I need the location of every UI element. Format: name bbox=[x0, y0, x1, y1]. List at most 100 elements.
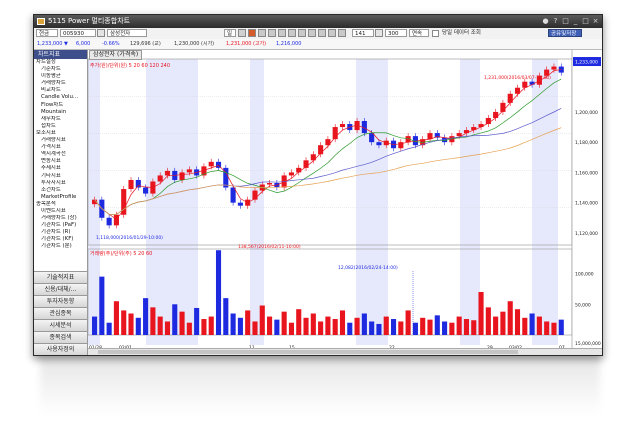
sidebar-tree-item[interactable]: 변동지표 bbox=[34, 158, 87, 165]
volume-bar bbox=[252, 321, 258, 335]
volume-bar bbox=[551, 322, 557, 335]
sidebar-tree-item[interactable]: 거래량차트 bbox=[34, 80, 87, 87]
volume-bar bbox=[245, 310, 251, 335]
volume-bar bbox=[339, 310, 346, 335]
sidebar-button[interactable]: 관심종목 bbox=[34, 307, 87, 319]
sidebar-button[interactable]: 시세분석 bbox=[34, 319, 87, 331]
sidebar-buttons: 기술적지표 신용/대체/... 투자자동향 관심종목 시세분석 종목검색 사용자정의 bbox=[34, 271, 87, 355]
mode-select[interactable]: 현금 bbox=[36, 29, 58, 37]
volume-bar bbox=[434, 315, 440, 335]
sidebar-tree-item[interactable]: 접차트 bbox=[34, 123, 87, 130]
period-icon[interactable] bbox=[238, 29, 246, 37]
sidebar-tree-item[interactable]: 추세지표 bbox=[34, 165, 87, 172]
price-candle bbox=[106, 217, 112, 226]
sidebar-tree-item[interactable]: MarketProfile bbox=[34, 194, 87, 201]
session-band bbox=[146, 59, 198, 345]
volume-bar bbox=[478, 292, 484, 335]
save-icon[interactable] bbox=[318, 29, 326, 37]
share-save-button[interactable]: 공유및저장 bbox=[548, 29, 582, 37]
info-open: 1,230,000 (시가) bbox=[174, 41, 215, 47]
zoom-icon[interactable] bbox=[258, 29, 266, 37]
sidebar-button[interactable]: 신용/대체/... bbox=[34, 283, 87, 295]
sidebar-tree-item[interactable]: 기관차트 (분) bbox=[34, 243, 87, 250]
sidebar-tree-item[interactable]: 역시계곡선 bbox=[34, 151, 87, 158]
chart-area[interactable]: 주가(원)/단위(원) 5 20 60 120 240 거래량(주)/단위(주) … bbox=[88, 50, 602, 355]
price-candle bbox=[288, 172, 294, 176]
volume-bar bbox=[332, 319, 338, 335]
horizontal-scrollbar[interactable] bbox=[88, 348, 602, 355]
volume-bar bbox=[507, 301, 513, 335]
help-icon[interactable]: ? bbox=[551, 17, 560, 26]
search-icon[interactable] bbox=[97, 29, 105, 37]
code-input[interactable]: 005930 bbox=[60, 29, 96, 37]
print-icon[interactable] bbox=[308, 29, 316, 37]
volume-bar bbox=[383, 316, 389, 335]
count-input-2[interactable]: 300 bbox=[385, 29, 407, 37]
volume-bar bbox=[485, 307, 491, 335]
price-panel-tab[interactable]: 삼성전자 (가격속) bbox=[89, 50, 143, 60]
continuous-button[interactable]: 연속 bbox=[409, 29, 429, 37]
sidebar-tree-item[interactable]: 기관차트 (R) bbox=[34, 229, 87, 236]
count-stepper-icon[interactable] bbox=[375, 29, 383, 37]
sidebar-tree-item[interactable]: 조건차트 bbox=[34, 187, 87, 194]
price-candle bbox=[456, 133, 462, 137]
sidebar-tree-item[interactable]: 차트설정 bbox=[34, 59, 87, 66]
volume-bar bbox=[215, 250, 222, 335]
info-high: 1,231,000 (고가) bbox=[226, 41, 267, 47]
window-reflection bbox=[40, 355, 600, 415]
sidebar-tree-item[interactable]: Candle Volu... bbox=[34, 94, 87, 101]
sidebar-tree-item[interactable]: 기준차트 bbox=[34, 66, 87, 73]
volume-bar bbox=[456, 316, 462, 335]
volume-bar bbox=[164, 321, 171, 335]
volume-bar bbox=[157, 316, 163, 335]
sidebar-tree-item[interactable]: 종목분석 bbox=[34, 201, 87, 208]
settings-icon[interactable] bbox=[268, 29, 276, 37]
sidebar-tree-item[interactable]: Flow차트 bbox=[34, 102, 87, 109]
list-icon[interactable] bbox=[328, 29, 336, 37]
refresh-icon[interactable] bbox=[338, 29, 346, 37]
sidebar-button[interactable]: 기술적지표 bbox=[34, 271, 87, 283]
volume-bar bbox=[412, 322, 418, 335]
sidebar-tree-item[interactable]: 투자자지표 bbox=[34, 180, 87, 187]
tool-icon[interactable] bbox=[278, 29, 286, 37]
minimize-icon[interactable]: _ bbox=[571, 17, 580, 26]
sidebar-tree-item[interactable]: Mountain bbox=[34, 109, 87, 116]
ruler-icon[interactable] bbox=[288, 29, 296, 37]
volume-bar bbox=[361, 313, 367, 335]
volume-bar bbox=[194, 307, 200, 335]
chart-type-icon[interactable] bbox=[248, 29, 256, 37]
count-input[interactable]: 141 bbox=[352, 29, 374, 37]
sidebar-tree-item[interactable]: 기타지표 bbox=[34, 173, 87, 180]
volume-bar bbox=[223, 298, 229, 335]
sidebar-button[interactable]: 종목검색 bbox=[34, 331, 87, 343]
sidebar-tree-item[interactable]: 가격지표 bbox=[34, 144, 87, 151]
sidebar-tree-item[interactable]: 기관차트 (PaF) bbox=[34, 222, 87, 229]
sidebar-tree-item[interactable]: 비교차트 bbox=[34, 87, 87, 94]
sidebar-tree-item[interactable]: 이벤트지표 bbox=[34, 208, 87, 215]
grid-icon[interactable] bbox=[298, 29, 306, 37]
sidebar-button[interactable]: 사용자정의 bbox=[34, 343, 87, 355]
volume-bar bbox=[259, 305, 265, 335]
volume-axis-label: 50,000 bbox=[575, 302, 591, 308]
scroll-thumb[interactable] bbox=[98, 350, 518, 354]
volume-mid-annotation: 12,082(2016/02/24-14:00) bbox=[338, 265, 398, 271]
sidebar-tree-item[interactable]: 기관차트 (KF) bbox=[34, 236, 87, 243]
price-axis-label: 1,120,000 bbox=[575, 231, 598, 237]
link-icon[interactable]: ● bbox=[541, 17, 550, 26]
maximize-icon[interactable]: □ bbox=[581, 17, 590, 26]
pin-icon[interactable]: □ bbox=[561, 17, 570, 26]
price-legend: 주가(원)/단위(원) 5 20 60 120 240 bbox=[90, 62, 170, 69]
sidebar-tree-item[interactable]: 거래량지표 bbox=[34, 137, 87, 144]
today-checkbox[interactable] bbox=[432, 30, 439, 37]
sidebar-tree-item[interactable]: 이동평균 bbox=[34, 73, 87, 80]
sidebar-button[interactable]: 투자자동향 bbox=[34, 295, 87, 307]
price-candle bbox=[208, 161, 214, 167]
sidebar-tree-item[interactable]: 보조지표 bbox=[34, 130, 87, 137]
sidebar-tree-item[interactable]: 재무차트 bbox=[34, 116, 87, 123]
price-axis-label: 1,200,000 bbox=[575, 110, 598, 116]
chart-canvas[interactable]: 주가(원)/단위(원) 5 20 60 120 240 거래량(주)/단위(주) … bbox=[88, 50, 602, 355]
close-icon[interactable]: × bbox=[591, 17, 600, 26]
period-day[interactable]: 일 bbox=[224, 29, 236, 37]
sidebar-tree-item[interactable]: 거래량차트 (상) bbox=[34, 215, 87, 222]
volume-bar bbox=[449, 322, 455, 335]
